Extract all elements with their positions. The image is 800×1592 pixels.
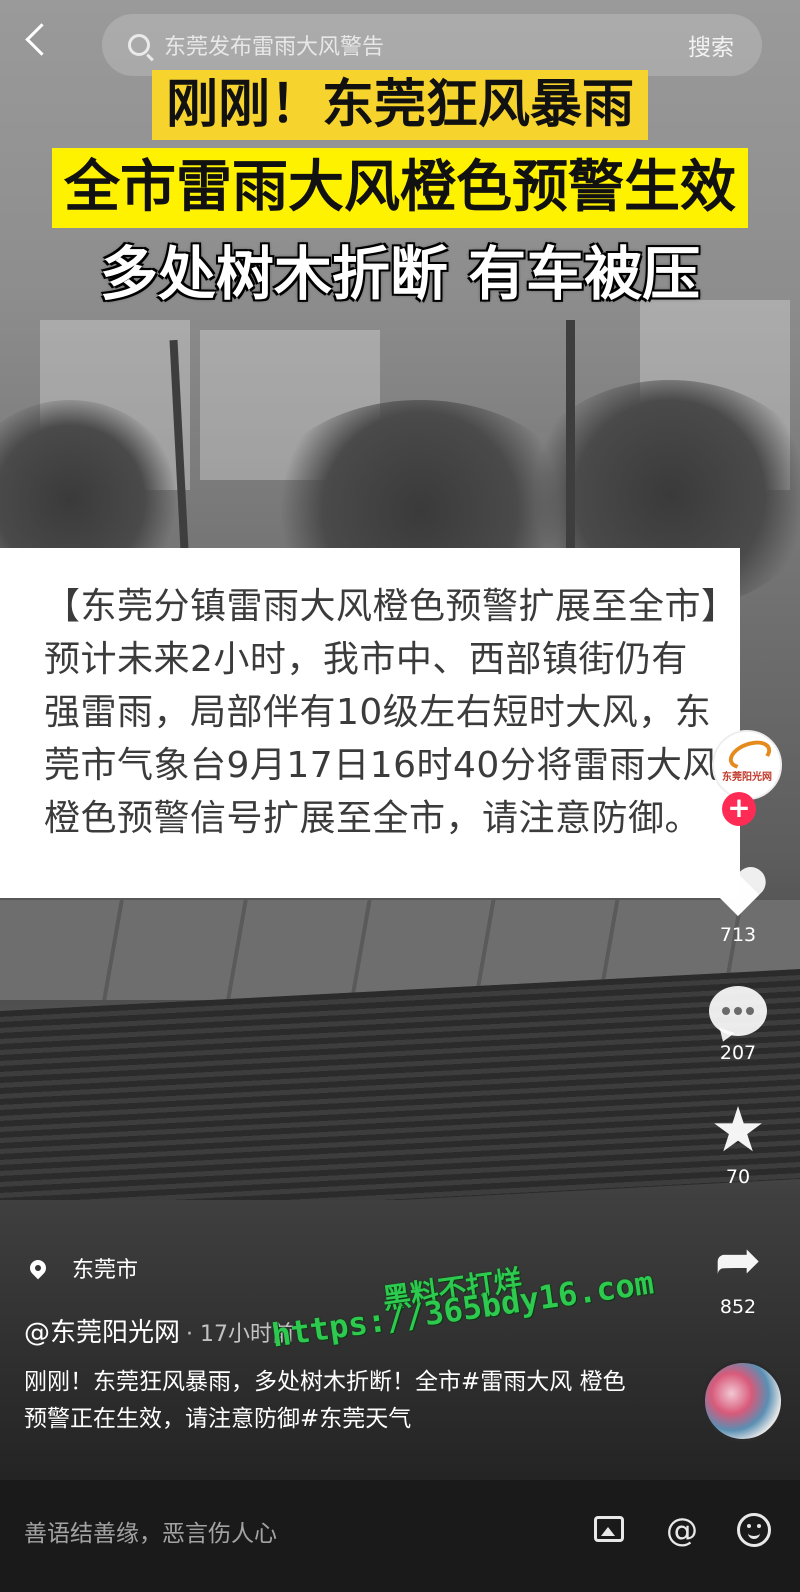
post-caption[interactable]: 刚刚！东莞狂风暴雨，多处树木折断！全市#雷雨大风 橙色预警正在生效，请注意防御#…: [24, 1364, 644, 1438]
headline-text: 刚刚！东莞狂风暴雨: [151, 70, 648, 140]
like-count: 713: [719, 924, 757, 946]
location-tag[interactable]: 东莞市: [26, 1252, 139, 1284]
comment-icon: [709, 986, 767, 1036]
headline-text: 多处树木折断 有车被压: [99, 240, 701, 308]
announcement-card: 【东莞分镇雷雨大风橙色预警扩展至全市】预计未来2小时，我市中、西部镇街仍有强雷雨…: [0, 548, 740, 898]
location-label: 东莞市: [72, 1258, 139, 1283]
favorite-count: 70: [725, 1166, 751, 1188]
brand-logo-text: 东莞阳光网: [722, 772, 772, 783]
comment-count: 207: [719, 1042, 757, 1064]
author-avatar[interactable]: 东莞阳光网: [712, 730, 782, 800]
headline-line-1: 刚刚！东莞狂风暴雨: [0, 70, 800, 140]
palm-trunk: [566, 320, 575, 550]
at-icon[interactable]: @: [662, 1510, 702, 1550]
search-icon: [128, 34, 150, 56]
search-input[interactable]: 东莞发布雷雨大风警告: [164, 29, 688, 61]
location-pin-icon: [26, 1256, 50, 1280]
share-button[interactable]: ➦ 852: [700, 1228, 776, 1319]
share-icon: ➦: [714, 1228, 762, 1293]
favorite-button[interactable]: ★ 70: [700, 1093, 776, 1189]
search-bar[interactable]: 东莞发布雷雨大风警告 搜索: [102, 14, 762, 76]
doormat: [0, 969, 800, 1221]
author-line: @东莞阳光网 · 17小时前: [24, 1312, 294, 1349]
headline-line-3: 多处树木折断 有车被压: [0, 236, 800, 312]
star-icon: ★: [710, 1093, 766, 1166]
image-icon[interactable]: [590, 1510, 630, 1550]
share-count: 852: [719, 1296, 757, 1318]
comment-button[interactable]: 207: [700, 986, 776, 1064]
comment-bar: 善语结善缘，恶言伤人心 @: [0, 1480, 800, 1592]
follow-button[interactable]: +: [722, 792, 756, 826]
announcement-text: 【东莞分镇雷雨大风橙色预警扩展至全市】预计未来2小时，我市中、西部镇街仍有强雷雨…: [44, 586, 720, 839]
like-button[interactable]: 713: [700, 868, 776, 946]
emoji-icon[interactable]: [734, 1510, 774, 1550]
headline-text: 全市雷雨大风橙色预警生效: [52, 148, 748, 228]
music-disc[interactable]: [702, 1360, 784, 1442]
headline-line-2: 全市雷雨大风橙色预警生效: [0, 148, 800, 228]
comment-input[interactable]: 善语结善缘，恶言伤人心: [24, 1514, 277, 1548]
heart-icon: [710, 868, 766, 918]
author-name[interactable]: @东莞阳光网: [24, 1318, 180, 1348]
search-button[interactable]: 搜索: [688, 28, 734, 62]
